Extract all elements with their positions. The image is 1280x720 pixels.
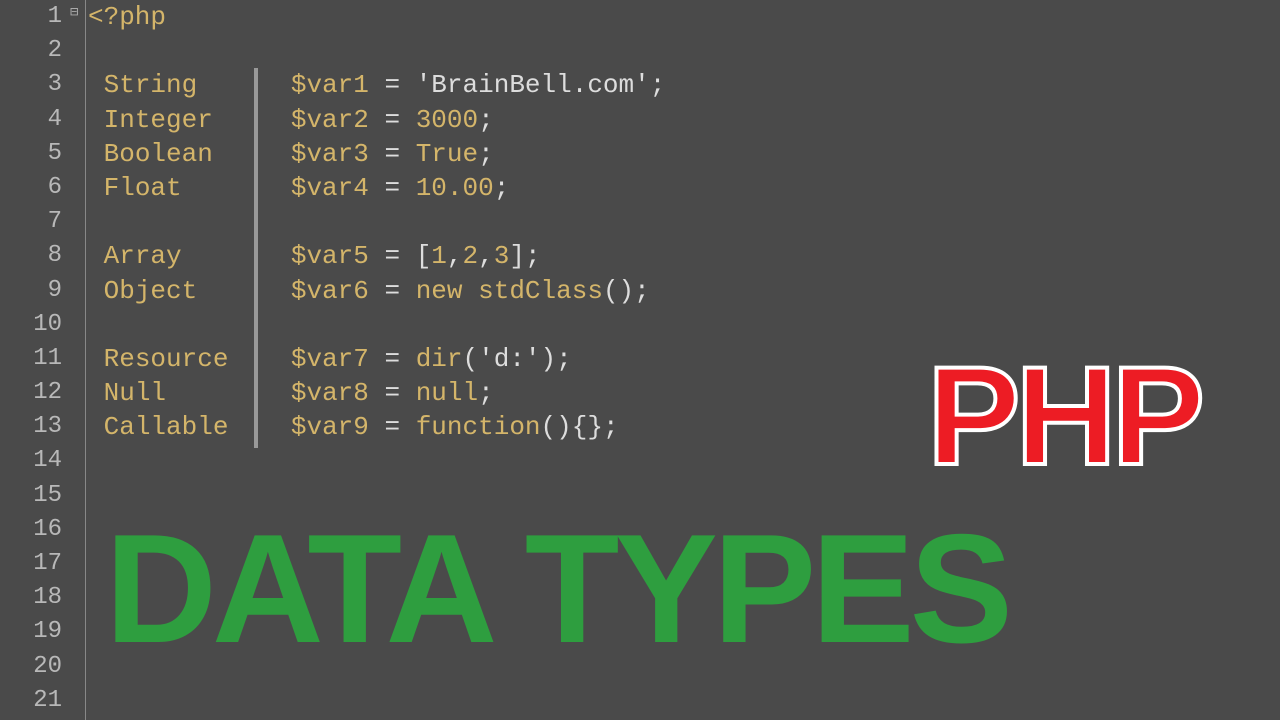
fold-column: ⊟ bbox=[72, 0, 86, 720]
line-number: 17 bbox=[0, 547, 72, 581]
code-line bbox=[88, 205, 1280, 239]
line-number: 15 bbox=[0, 479, 72, 513]
line-number: 7 bbox=[0, 205, 72, 239]
code-line: <?php bbox=[88, 0, 1280, 34]
line-number: 16 bbox=[0, 513, 72, 547]
line-number: 4 bbox=[0, 103, 72, 137]
line-number: 5 bbox=[0, 137, 72, 171]
overlay-title-types: DATA TYPES bbox=[105, 500, 1008, 678]
code-line: Array $var5 = [1,2,3]; bbox=[88, 239, 1280, 273]
php-open-tag: <?php bbox=[88, 2, 166, 32]
code-line: Integer $var2 = 3000; bbox=[88, 103, 1280, 137]
vertical-divider bbox=[254, 68, 258, 448]
code-line: Object $var6 = new stdClass(); bbox=[88, 274, 1280, 308]
line-number: 14 bbox=[0, 444, 72, 478]
line-number: 8 bbox=[0, 239, 72, 273]
line-number: 6 bbox=[0, 171, 72, 205]
code-line: String $var1 = 'BrainBell.com'; bbox=[88, 68, 1280, 102]
code-line: Float $var4 = 10.00; bbox=[88, 171, 1280, 205]
line-number: 13 bbox=[0, 410, 72, 444]
line-number: 18 bbox=[0, 581, 72, 615]
line-number: 12 bbox=[0, 376, 72, 410]
line-number: 11 bbox=[0, 342, 72, 376]
code-line bbox=[88, 684, 1280, 718]
line-number: 10 bbox=[0, 308, 72, 342]
line-number: 9 bbox=[0, 274, 72, 308]
line-number: 21 bbox=[0, 684, 72, 718]
line-gutter: 1 2 3 4 5 6 7 8 9 10 11 12 13 14 15 16 1… bbox=[0, 0, 72, 720]
line-number: 1 bbox=[0, 0, 72, 34]
code-line: Boolean $var3 = True; bbox=[88, 137, 1280, 171]
line-number: 3 bbox=[0, 68, 72, 102]
line-number: 19 bbox=[0, 615, 72, 649]
overlay-title-php: PHP bbox=[927, 335, 1200, 497]
line-number: 2 bbox=[0, 34, 72, 68]
line-number: 20 bbox=[0, 650, 72, 684]
code-line bbox=[88, 34, 1280, 68]
fold-collapse-icon[interactable]: ⊟ bbox=[70, 4, 82, 16]
